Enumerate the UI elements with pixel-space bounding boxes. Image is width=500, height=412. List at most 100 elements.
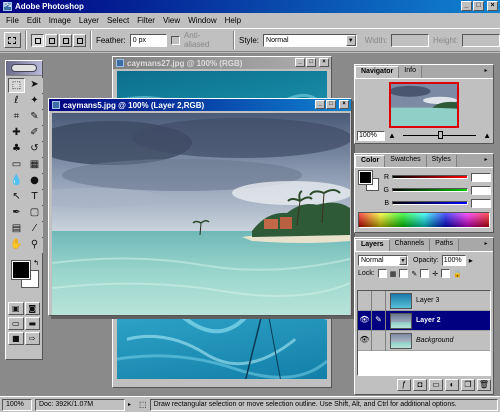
- green-value-input[interactable]: [471, 185, 491, 195]
- layer-link-toggle[interactable]: [372, 290, 386, 311]
- clone-stamp-tool-icon[interactable]: ♣: [8, 142, 25, 157]
- dodge-tool-icon[interactable]: ●: [26, 174, 43, 189]
- tab-info[interactable]: Info: [399, 66, 422, 78]
- navigator-thumbnail[interactable]: [389, 82, 459, 128]
- style-select[interactable]: Normal ▼: [263, 33, 357, 47]
- document-canvas-beach[interactable]: [52, 113, 350, 315]
- adjustment-layer-icon[interactable]: ◐: [445, 379, 459, 391]
- layer-row-layer-2[interactable]: 👁 ✎ Layer 2: [358, 310, 490, 331]
- menu-layer[interactable]: Layer: [75, 16, 103, 25]
- shape-tool-icon[interactable]: ▢: [26, 206, 43, 221]
- doc-minimize-button[interactable]: _: [295, 58, 305, 67]
- close-button[interactable]: ×: [487, 1, 498, 11]
- tab-styles[interactable]: Styles: [426, 155, 457, 167]
- width-input[interactable]: [391, 33, 430, 47]
- blue-value-input[interactable]: [471, 198, 491, 208]
- doc-minimize-button[interactable]: _: [315, 100, 325, 109]
- quick-mask-mode-icon[interactable]: ◙: [24, 302, 40, 315]
- antialias-checkbox[interactable]: [171, 35, 180, 45]
- palette-menu-icon[interactable]: ▸: [482, 68, 490, 75]
- layer-row-layer-3[interactable]: Layer 3: [358, 290, 490, 311]
- red-value-input[interactable]: [471, 172, 491, 182]
- menu-edit[interactable]: Edit: [23, 16, 45, 25]
- foreground-color-swatch[interactable]: [358, 170, 373, 185]
- marquee-tool-icon[interactable]: ⬚: [8, 78, 25, 93]
- zoom-out-icon[interactable]: ▲: [388, 131, 396, 140]
- add-selection-button[interactable]: [44, 33, 58, 47]
- menu-filter[interactable]: Filter: [133, 16, 159, 25]
- color-ramp[interactable]: [358, 212, 490, 228]
- minimize-button[interactable]: _: [461, 1, 472, 11]
- trash-icon[interactable]: 🗑: [477, 379, 491, 391]
- lock-all-checkbox[interactable]: [441, 269, 451, 278]
- type-tool-icon[interactable]: T: [26, 190, 43, 205]
- swap-colors-icon[interactable]: ↰: [33, 259, 39, 267]
- standard-screen-icon[interactable]: ▭: [8, 317, 24, 330]
- magic-wand-tool-icon[interactable]: ✦: [26, 94, 43, 109]
- eye-icon[interactable]: 👁: [358, 330, 372, 351]
- new-layer-icon[interactable]: ❐: [461, 379, 475, 391]
- tab-navigator[interactable]: Navigator: [355, 66, 400, 78]
- doc-maximize-button[interactable]: □: [326, 100, 336, 109]
- menu-window[interactable]: Window: [184, 16, 220, 25]
- blur-tool-icon[interactable]: 💧: [8, 174, 25, 189]
- menu-help[interactable]: Help: [221, 16, 245, 25]
- zoom-slider-knob[interactable]: [437, 131, 443, 139]
- doc-close-button[interactable]: ×: [319, 58, 329, 67]
- brush-tool-icon[interactable]: ✐: [26, 126, 43, 141]
- layer-mask-icon[interactable]: ◘: [413, 379, 427, 391]
- slice-tool-icon[interactable]: ✎: [26, 110, 43, 125]
- menu-view[interactable]: View: [159, 16, 184, 25]
- pen-tool-icon[interactable]: ✒: [8, 206, 25, 221]
- menu-file[interactable]: File: [2, 16, 23, 25]
- crop-tool-icon[interactable]: ⌗: [8, 110, 25, 125]
- layer-set-icon[interactable]: ▭: [429, 379, 443, 391]
- visibility-toggle[interactable]: [358, 290, 372, 311]
- intersect-selection-button[interactable]: [72, 33, 86, 47]
- tool-preset-picker[interactable]: [4, 32, 21, 48]
- history-brush-tool-icon[interactable]: ↺: [26, 142, 43, 157]
- red-slider[interactable]: [392, 175, 468, 179]
- tab-paths[interactable]: Paths: [430, 239, 460, 251]
- notes-tool-icon[interactable]: ▤: [8, 222, 25, 237]
- document-title-bar[interactable]: caymans5.jpg @ 100% (Layer 2,RGB) _ □ ×: [49, 99, 351, 111]
- gradient-tool-icon[interactable]: ▦: [26, 158, 43, 173]
- palette-menu-icon[interactable]: ▸: [482, 157, 490, 164]
- palette-menu-icon[interactable]: ▸: [482, 241, 490, 248]
- lasso-tool-icon[interactable]: ℓ: [8, 94, 25, 109]
- opacity-input[interactable]: 100%: [441, 255, 466, 266]
- zoom-tool-icon[interactable]: ⚲: [26, 238, 43, 253]
- layer-link-toggle[interactable]: [372, 330, 386, 351]
- document-window-caymans5[interactable]: caymans5.jpg @ 100% (Layer 2,RGB) _ □ ×: [48, 98, 352, 316]
- navigator-zoom-input[interactable]: 100%: [357, 130, 385, 141]
- full-screen-menu-icon[interactable]: ▬: [24, 317, 40, 330]
- tab-channels[interactable]: Channels: [389, 239, 431, 251]
- tab-color[interactable]: Color: [355, 155, 386, 167]
- zoom-in-icon[interactable]: ▲: [483, 131, 491, 140]
- subtract-selection-button[interactable]: [58, 33, 72, 47]
- path-selection-tool-icon[interactable]: ↖: [8, 190, 25, 205]
- blend-mode-select[interactable]: Normal ▼: [358, 255, 408, 266]
- blue-slider[interactable]: [392, 201, 468, 205]
- lock-position-checkbox[interactable]: [420, 269, 430, 278]
- tab-swatches[interactable]: Swatches: [385, 155, 427, 167]
- jump-to-imageready-icon[interactable]: ⇨: [24, 332, 40, 345]
- move-tool-icon[interactable]: ➤: [26, 78, 43, 93]
- tab-layers[interactable]: Layers: [355, 239, 390, 251]
- toolbox-header[interactable]: [6, 61, 42, 76]
- height-input[interactable]: [462, 33, 500, 47]
- status-menu-arrow-icon[interactable]: ▸: [128, 401, 136, 408]
- eye-icon[interactable]: 👁: [358, 310, 372, 331]
- feather-input[interactable]: 0 px: [129, 33, 168, 47]
- lock-image-checkbox[interactable]: [399, 269, 409, 278]
- menu-select[interactable]: Select: [103, 16, 133, 25]
- document-title-bar[interactable]: caymans27.jpg @ 100% (RGB) _ □ ×: [113, 57, 331, 69]
- brush-icon[interactable]: ✎: [372, 310, 386, 331]
- full-screen-icon[interactable]: ■: [8, 332, 24, 345]
- layer-row-background[interactable]: 👁 Background: [358, 330, 490, 351]
- opacity-arrow-icon[interactable]: ▸: [469, 256, 473, 265]
- doc-maximize-button[interactable]: □: [306, 58, 316, 67]
- photoshop-app-icon[interactable]: Ps: [3, 2, 12, 11]
- layer-style-icon[interactable]: ƒ: [397, 379, 411, 391]
- status-zoom[interactable]: 100%: [2, 398, 32, 411]
